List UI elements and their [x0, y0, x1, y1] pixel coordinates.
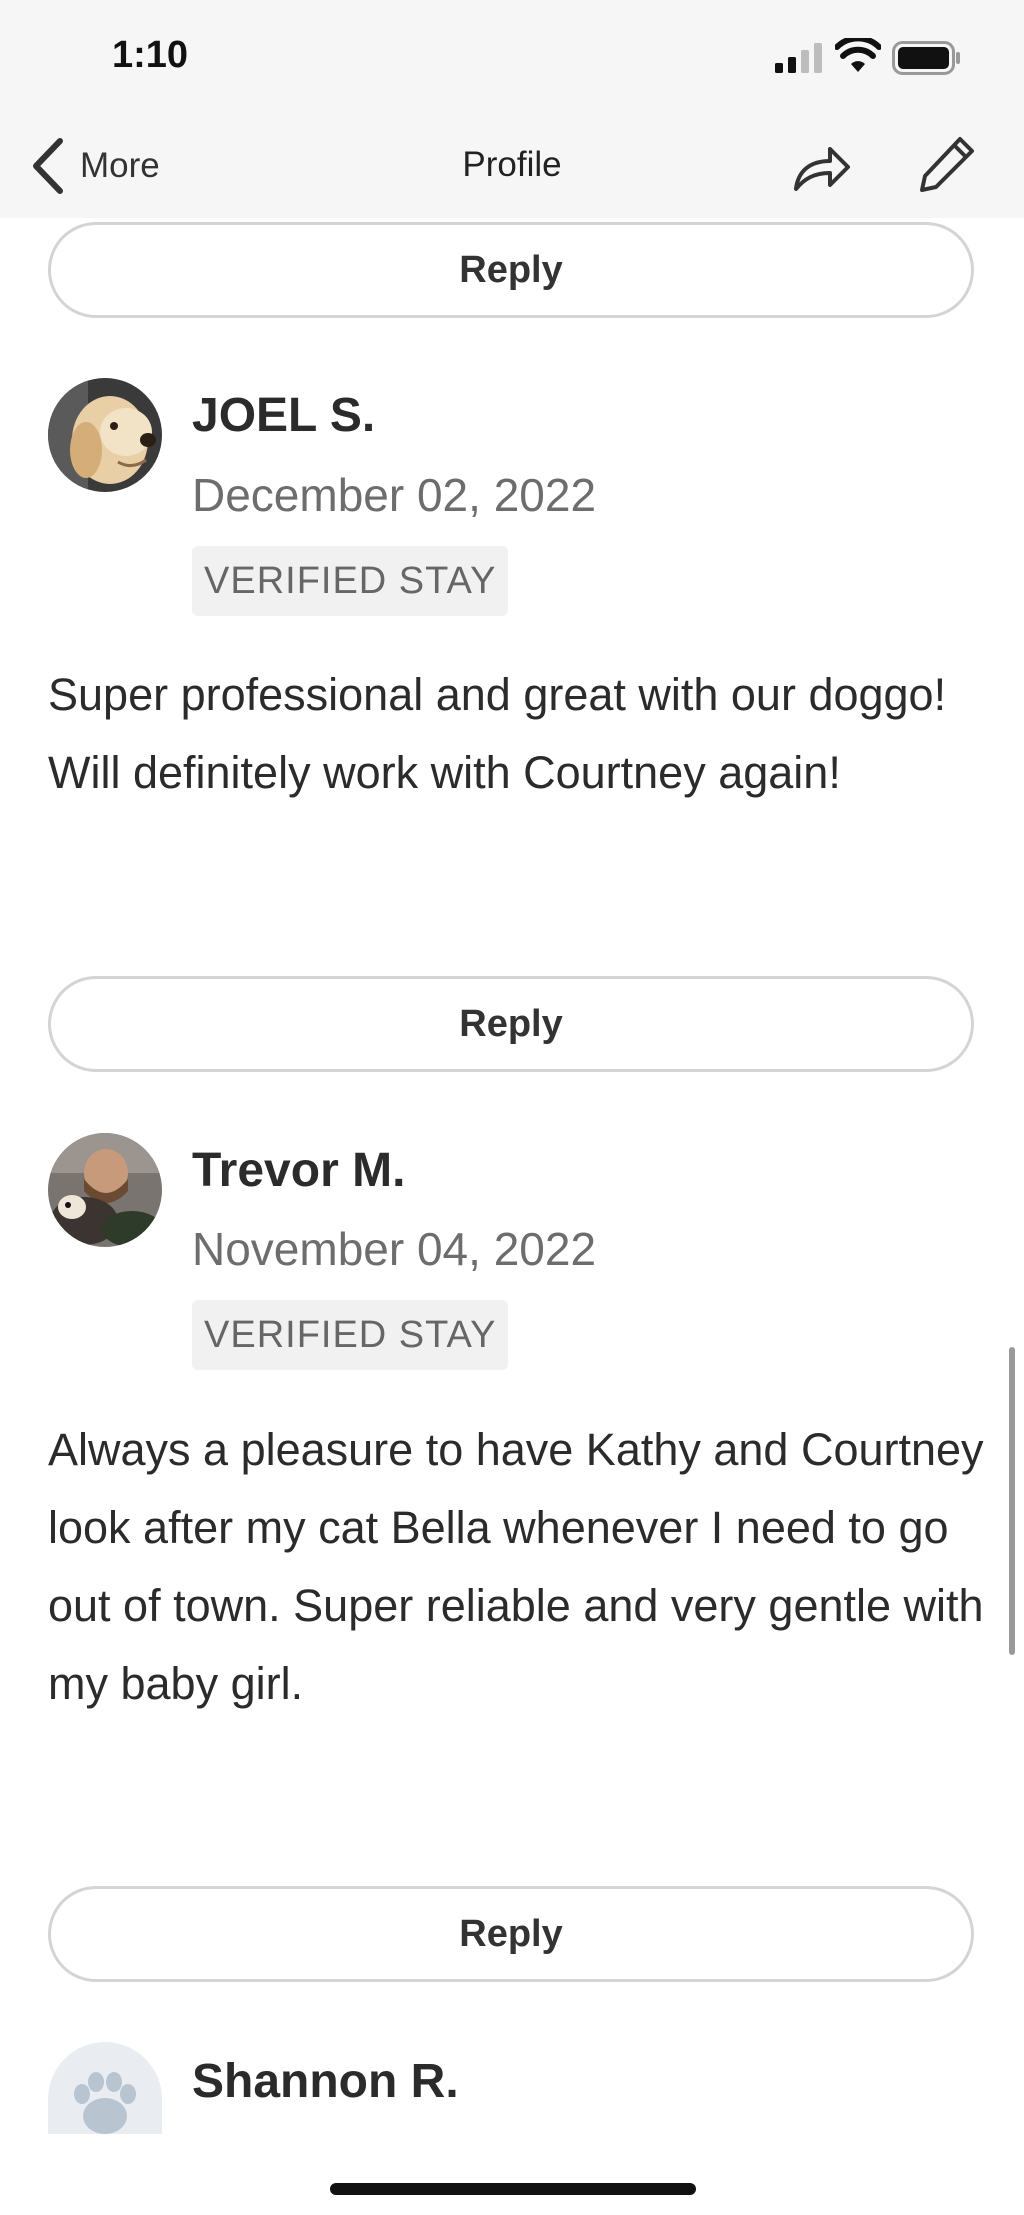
- page-title: Profile: [462, 145, 562, 184]
- home-indicator[interactable]: [330, 2183, 696, 2195]
- reviewer-name: Trevor M.: [192, 1144, 406, 1197]
- review-text: Super professional and great with our do…: [48, 669, 947, 798]
- review-date: November 04, 2022: [192, 1223, 597, 1275]
- scroll-indicator[interactable]: [1009, 1347, 1015, 1655]
- reply-button[interactable]: Reply: [48, 976, 974, 1072]
- reviewer-avatar-paw-placeholder: [48, 2042, 162, 2134]
- nav-bar: More Profile: [0, 115, 1024, 218]
- status-time: 1:10: [112, 34, 189, 76]
- review-date: December 02, 2022: [192, 469, 597, 521]
- share-icon[interactable]: [790, 135, 852, 197]
- review-text: Always a pleasure to have Kathy and Cour…: [48, 1424, 984, 1709]
- reviewer-avatar-dog-photo: [48, 378, 162, 492]
- reviewer-avatar-person-photo: [48, 1133, 162, 1247]
- reviewer-name: Shannon R.: [192, 2055, 459, 2108]
- reviewer-name: JOEL S.: [192, 389, 376, 442]
- reply-button[interactable]: Reply: [48, 222, 974, 318]
- status-bar: 1:10: [0, 0, 1024, 115]
- wifi-icon: [835, 38, 881, 72]
- verified-stay-badge: VERIFIED STAY: [192, 546, 509, 616]
- battery-icon: [892, 41, 960, 75]
- signal-icon: [775, 43, 822, 73]
- pencil-icon[interactable]: [916, 133, 978, 195]
- reply-button[interactable]: Reply: [48, 1886, 974, 1982]
- verified-stay-badge: VERIFIED STAY: [192, 1300, 509, 1370]
